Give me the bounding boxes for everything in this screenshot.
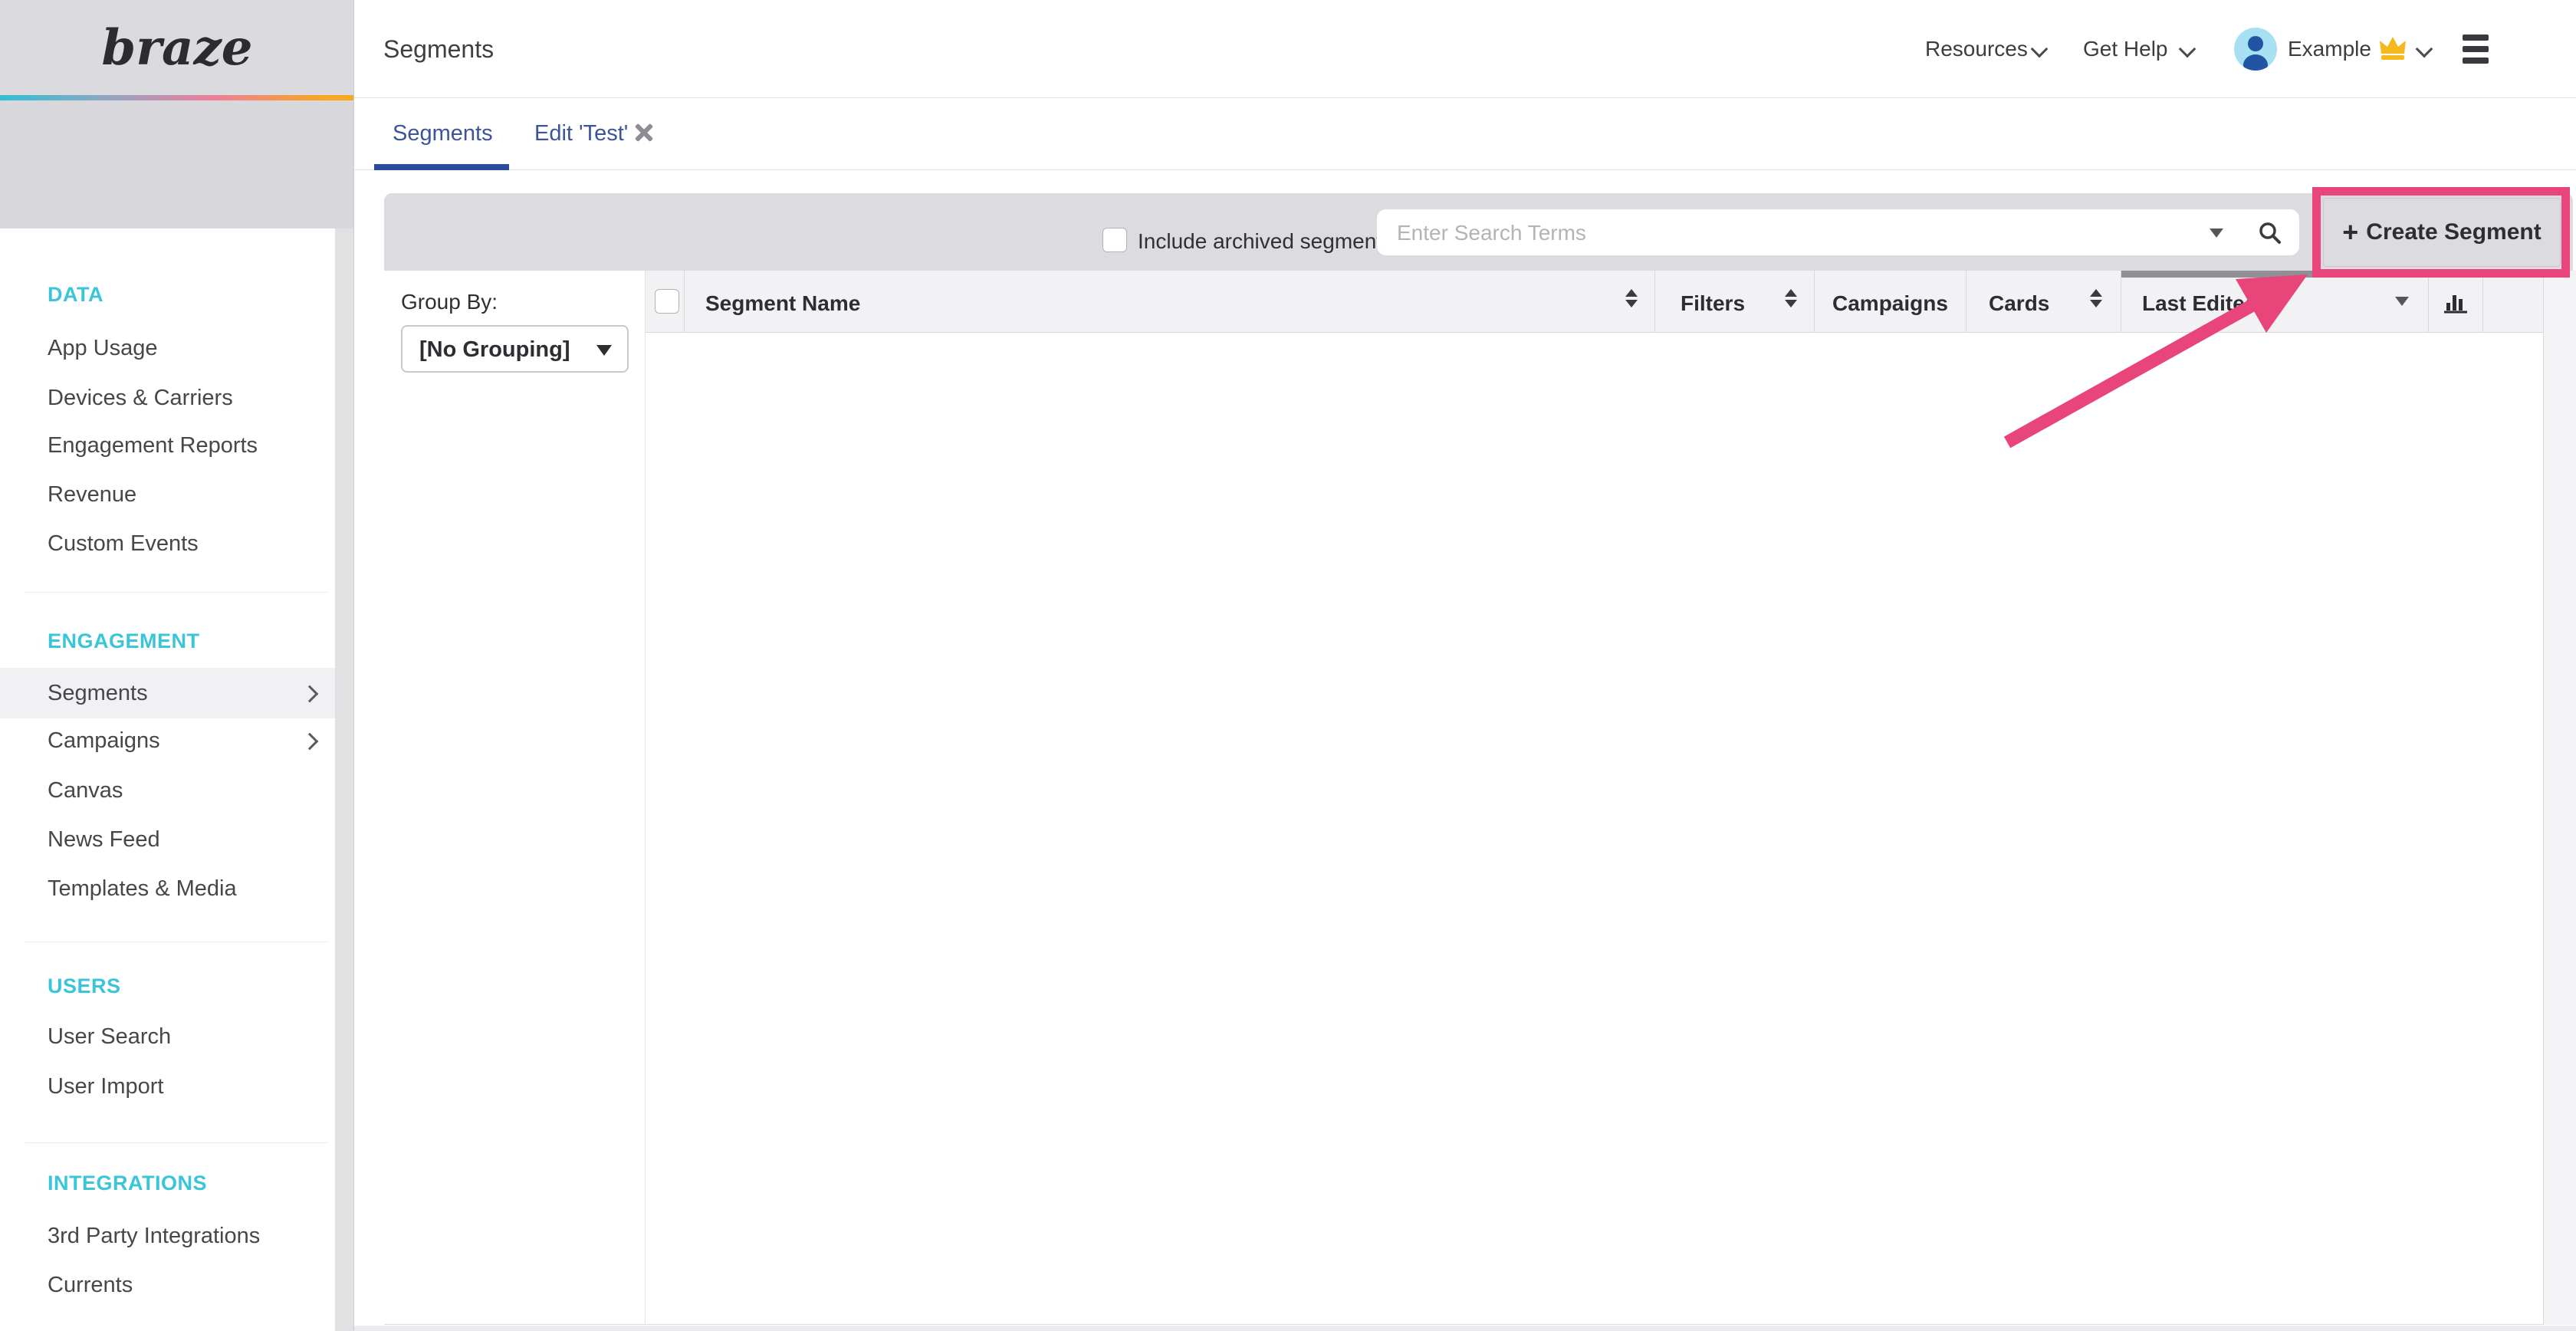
account-name[interactable]: Example	[2288, 37, 2371, 61]
table-header: Segment Name Filters Campaigns Cards Las…	[646, 271, 2543, 333]
sidebar-item-user-search[interactable]: User Search	[48, 1023, 171, 1050]
search-input[interactable]	[1395, 209, 2012, 257]
brand-gradient-bar	[0, 95, 354, 100]
column-header-last-edited[interactable]: Last Edited	[2142, 291, 2258, 316]
divider	[25, 592, 327, 593]
search-dropdown-caret-icon[interactable]	[2210, 228, 2223, 238]
sidebar-item-custom-events[interactable]: Custom Events	[48, 530, 199, 557]
group-by-panel: Group By: [No Grouping]	[384, 271, 646, 1325]
sidebar-item-app-usage[interactable]: App Usage	[48, 334, 158, 362]
sidebar-border	[353, 0, 354, 1331]
sort-icon[interactable]	[2090, 289, 2102, 307]
section-header-users: USERS	[48, 973, 121, 999]
group-by-dropdown[interactable]: [No Grouping]	[401, 325, 629, 373]
include-archived-checkbox[interactable]	[1102, 228, 1127, 252]
sidebar-item-3rd-party-integrations[interactable]: 3rd Party Integrations	[48, 1222, 260, 1250]
workspace-switcher[interactable]: b Mixpanel Demo Mixpanel Demo	[0, 100, 354, 229]
sidebar-item-currents[interactable]: Currents	[48, 1271, 133, 1299]
tab-segments[interactable]: Segments	[393, 121, 493, 146]
sidebar-item-campaigns[interactable]: Campaigns	[48, 727, 160, 754]
column-header-filters[interactable]: Filters	[1681, 291, 1745, 316]
search-box	[1377, 209, 2299, 255]
column-header-segment-name[interactable]: Segment Name	[705, 291, 860, 316]
chevron-right-icon	[301, 685, 319, 703]
sidebar-item-news-feed[interactable]: News Feed	[48, 826, 160, 853]
section-header-engagement: ENGAGEMENT	[48, 628, 200, 654]
close-icon[interactable]	[633, 123, 653, 143]
column-header-campaigns[interactable]: Campaigns	[1832, 291, 1948, 316]
hamburger-menu-icon[interactable]	[2463, 35, 2489, 64]
sidebar-item-devices-carriers[interactable]: Devices & Carriers	[48, 384, 233, 412]
tab-edit-test[interactable]: Edit 'Test'	[534, 121, 628, 146]
sidebar-item-templates-media[interactable]: Templates & Media	[48, 875, 237, 902]
braze-logo: braze	[0, 0, 354, 95]
segments-table: Segment Name Filters Campaigns Cards Las…	[646, 271, 2544, 1325]
group-by-label: Group By:	[401, 290, 498, 314]
avatar[interactable]	[2234, 28, 2277, 71]
section-header-integrations: INTEGRATIONS	[48, 1170, 207, 1196]
include-archived-label: Include archived segments	[1138, 229, 1393, 254]
section-header-data: DATA	[48, 281, 104, 307]
crown-icon	[2378, 35, 2407, 61]
get-help-menu[interactable]: Get Help	[2083, 37, 2168, 61]
sort-icon[interactable]	[1625, 289, 1638, 307]
resources-menu[interactable]: Resources	[1925, 37, 2028, 61]
tab-bar	[354, 98, 2576, 170]
plus-icon: +	[2342, 219, 2358, 246]
create-segment-button[interactable]: + Create Segment	[2323, 198, 2561, 267]
sidebar-item-canvas[interactable]: Canvas	[48, 777, 123, 804]
table-right-gutter	[2544, 271, 2576, 1325]
active-tab-underline	[374, 164, 509, 170]
analytics-chart-icon[interactable]	[2441, 288, 2470, 317]
select-all-checkbox[interactable]	[655, 289, 679, 314]
sorted-column-indicator	[2121, 271, 2428, 278]
sort-desc-icon[interactable]	[2395, 297, 2409, 306]
content-bottom-edge	[354, 1326, 2576, 1331]
sidebar-logo-block: braze	[0, 0, 354, 95]
sidebar-item-segments-label: Segments	[48, 679, 148, 707]
sidebar-item-user-import[interactable]: User Import	[48, 1073, 163, 1100]
sidebar-item-revenue[interactable]: Revenue	[48, 481, 136, 508]
group-by-value: [No Grouping]	[419, 337, 570, 363]
sidebar-item-segments[interactable]: Segments	[0, 668, 335, 718]
sidebar-scrollbar[interactable]	[335, 228, 354, 1331]
svg-text:braze: braze	[102, 19, 253, 77]
dropdown-caret-icon	[596, 345, 612, 356]
sort-icon[interactable]	[1785, 289, 1797, 307]
column-header-cards[interactable]: Cards	[1989, 291, 2049, 316]
page-title: Segments	[383, 35, 494, 64]
sidebar-item-engagement-reports[interactable]: Engagement Reports	[48, 432, 258, 459]
search-icon[interactable]	[2257, 220, 2283, 246]
divider	[25, 1142, 327, 1143]
